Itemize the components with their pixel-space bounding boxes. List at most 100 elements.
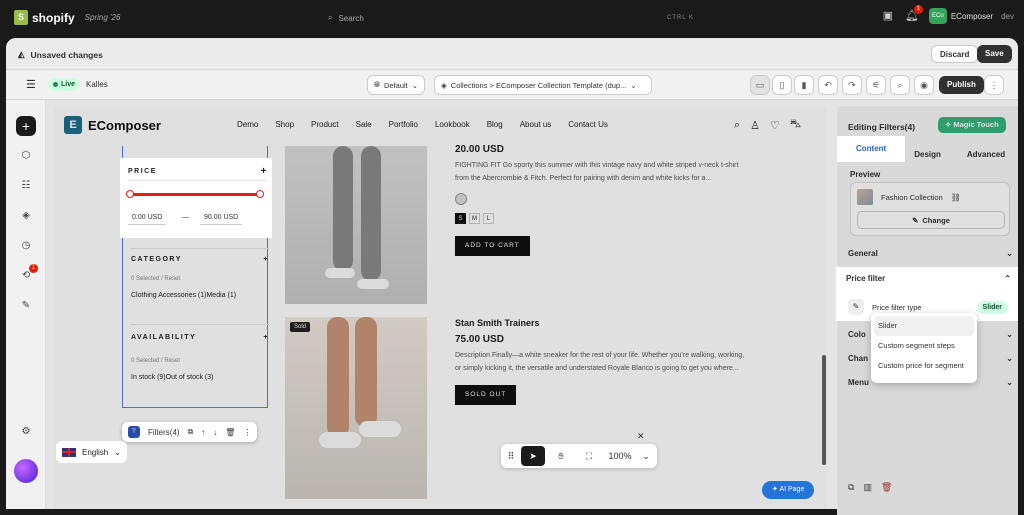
redo-icon[interactable]: ↷ xyxy=(842,75,862,95)
ai-page-button[interactable]: ✦ AI Page xyxy=(762,481,815,499)
more-icon[interactable]: ⋮ xyxy=(984,75,1004,95)
hand-icon[interactable]: ✋︎ xyxy=(549,446,573,466)
undo-icon[interactable]: ↶ xyxy=(818,75,838,95)
tab-content[interactable]: Content xyxy=(846,140,897,158)
bell-icon[interactable]: 🔔︎ 1 xyxy=(905,5,923,23)
sold-out-button[interactable]: SOLD OUT xyxy=(455,385,517,405)
magic-touch-button[interactable]: ✧ Magic Touch xyxy=(938,117,1006,133)
size-l[interactable]: L xyxy=(483,213,494,224)
history-icon[interactable]: ⟲ 1 xyxy=(16,264,38,286)
trash-icon[interactable]: 🗑︎ xyxy=(225,428,235,437)
menu-demo[interactable]: Demo xyxy=(237,120,258,129)
menu-contact[interactable]: Contact Us xyxy=(568,120,608,129)
eye-icon[interactable]: ◉ xyxy=(914,75,934,95)
product-image-2[interactable] xyxy=(285,317,427,499)
zoom-level[interactable]: 100% xyxy=(605,446,635,466)
menu-portfolio[interactable]: Portfolio xyxy=(389,120,418,129)
price-slider-track[interactable] xyxy=(126,190,264,198)
price-slider-min-handle[interactable] xyxy=(126,190,134,198)
menu-lookbook[interactable]: Lookbook xyxy=(435,120,470,129)
language-selector[interactable]: English ⌄ xyxy=(56,441,127,463)
price-filter-header[interactable]: Price filter ⌃ xyxy=(846,274,1011,283)
category-reset[interactable]: Reset xyxy=(164,276,180,282)
color-swatch[interactable] xyxy=(455,193,467,205)
menu-product[interactable]: Product xyxy=(311,120,339,129)
ai-orb-icon[interactable] xyxy=(14,459,38,483)
account-icon[interactable]: ♙ xyxy=(750,119,760,132)
size-m[interactable]: M xyxy=(469,213,480,224)
save-template-icon[interactable]: ▥ xyxy=(863,482,872,493)
tablet-icon[interactable]: ▯ xyxy=(772,75,792,95)
publish-button[interactable]: Publish xyxy=(939,76,984,94)
menu-blog[interactable]: Blog xyxy=(487,120,503,129)
brush-icon[interactable]: ✎ xyxy=(16,296,36,316)
ecomposer-logo-icon: E xyxy=(64,116,82,134)
add-element-icon[interactable]: + xyxy=(16,116,36,136)
canvas-scrollbar[interactable] xyxy=(822,355,826,465)
clock-icon[interactable]: ◷ xyxy=(16,236,36,256)
shopify-logo[interactable]: S shopify Spring '26 xyxy=(14,10,120,25)
more-icon[interactable]: ⋮ xyxy=(243,428,251,437)
price-min-input[interactable]: 0.00 USD xyxy=(128,211,167,225)
store-icon[interactable]: ▣ xyxy=(881,9,895,23)
discard-button[interactable]: Discard xyxy=(931,45,979,63)
drag-handle-icon[interactable]: ⠿ xyxy=(505,446,517,466)
arrow-up-icon[interactable]: ↑ xyxy=(201,428,205,437)
store-logo[interactable]: E EComposer xyxy=(64,116,161,134)
menu-about[interactable]: About us xyxy=(520,120,552,129)
account-menu[interactable]: ECo EComposer dev xyxy=(928,8,1014,24)
price-max-input[interactable]: 90.00 USD xyxy=(200,211,243,225)
availability-reset[interactable]: Reset xyxy=(164,358,180,364)
product-title[interactable]: Stan Smith Trainers xyxy=(455,318,745,328)
add-to-cart-button[interactable]: ADD TO CART xyxy=(455,236,530,256)
save-button[interactable]: Save xyxy=(977,45,1012,63)
search-icon: ⌕ xyxy=(328,13,333,22)
duplicate-icon[interactable]: ⧉ xyxy=(188,427,194,437)
tab-advanced[interactable]: Advanced xyxy=(957,146,1015,164)
template-select[interactable]: ◈ Collections > EComposer Collection Tem… xyxy=(434,75,652,95)
filter-type-select[interactable]: Slider xyxy=(976,300,1008,314)
tab-design[interactable]: Design xyxy=(904,146,951,164)
option-custom-price-segment[interactable]: Custom price for segment xyxy=(874,356,974,376)
menu-sale[interactable]: Sale xyxy=(356,120,372,129)
language-select[interactable]: 🌐︎ Default ⌄ xyxy=(367,75,426,95)
link-icon[interactable]: ⛓︎ xyxy=(951,193,961,202)
heart-icon[interactable]: ♡ xyxy=(770,119,780,132)
element-toolbar: ⊤ Filters(4) ⧉ ↑ ↓ 🗑︎ ⋮ xyxy=(122,422,258,442)
arrow-down-icon[interactable]: ↓ xyxy=(213,428,217,437)
hamburger-icon[interactable]: ☰ xyxy=(26,78,36,91)
size-s[interactable]: S xyxy=(455,213,466,224)
change-collection-button[interactable]: ✎ Change xyxy=(857,211,1005,229)
search-icon[interactable]: ⌕ xyxy=(734,119,740,132)
search-element-icon[interactable]: ⌕ xyxy=(890,75,910,95)
option-slider[interactable]: Slider xyxy=(874,316,974,336)
focus-icon[interactable]: ⛶ xyxy=(577,446,601,466)
copy-icon[interactable]: ⧉ xyxy=(848,482,854,493)
search-input[interactable]: ⌕ Search CTRL K xyxy=(320,7,702,29)
category-header[interactable]: CATEGORY + xyxy=(131,256,269,263)
chevron-down-icon: ⌄ xyxy=(114,447,121,457)
layers-icon[interactable]: ◈ xyxy=(16,206,36,226)
trash-icon[interactable]: 🗑︎ xyxy=(881,482,892,493)
section-general[interactable]: General ⌄ xyxy=(848,249,1013,258)
chevron-down-icon[interactable]: ⌄ xyxy=(639,446,653,466)
price-filter-block[interactable]: PRICE + 0.00 USD — 90.00 USD xyxy=(120,158,272,238)
menu-shop[interactable]: Shop xyxy=(275,120,294,129)
cube-icon[interactable]: ⬡ xyxy=(16,146,36,166)
option-custom-segment-steps[interactable]: Custom segment steps xyxy=(874,336,974,356)
price-slider-max-handle[interactable] xyxy=(256,190,264,198)
category-items[interactable]: Clothing Accessories (1)Media (1) xyxy=(131,292,236,299)
desktop-icon[interactable]: ▭ xyxy=(750,75,770,95)
settings-sliders-icon[interactable]: ⚟ xyxy=(866,75,886,95)
availability-header[interactable]: AVAILABILITY + xyxy=(131,334,269,341)
cart-icon[interactable]: ⛍ xyxy=(790,118,801,132)
gear-icon[interactable]: ⚙ xyxy=(16,422,36,442)
price-header[interactable]: PRICE + xyxy=(128,166,268,177)
element-label[interactable]: Filters(4) xyxy=(148,428,180,437)
pointer-icon[interactable]: ➤ xyxy=(521,446,545,466)
availability-items[interactable]: In stock (9)Out of stock (3) xyxy=(131,374,213,381)
close-icon[interactable]: ✕ xyxy=(637,431,645,442)
product-image-1[interactable] xyxy=(285,146,427,304)
sections-icon[interactable]: ☷ xyxy=(16,176,36,196)
mobile-icon[interactable]: ▮ xyxy=(794,75,814,95)
